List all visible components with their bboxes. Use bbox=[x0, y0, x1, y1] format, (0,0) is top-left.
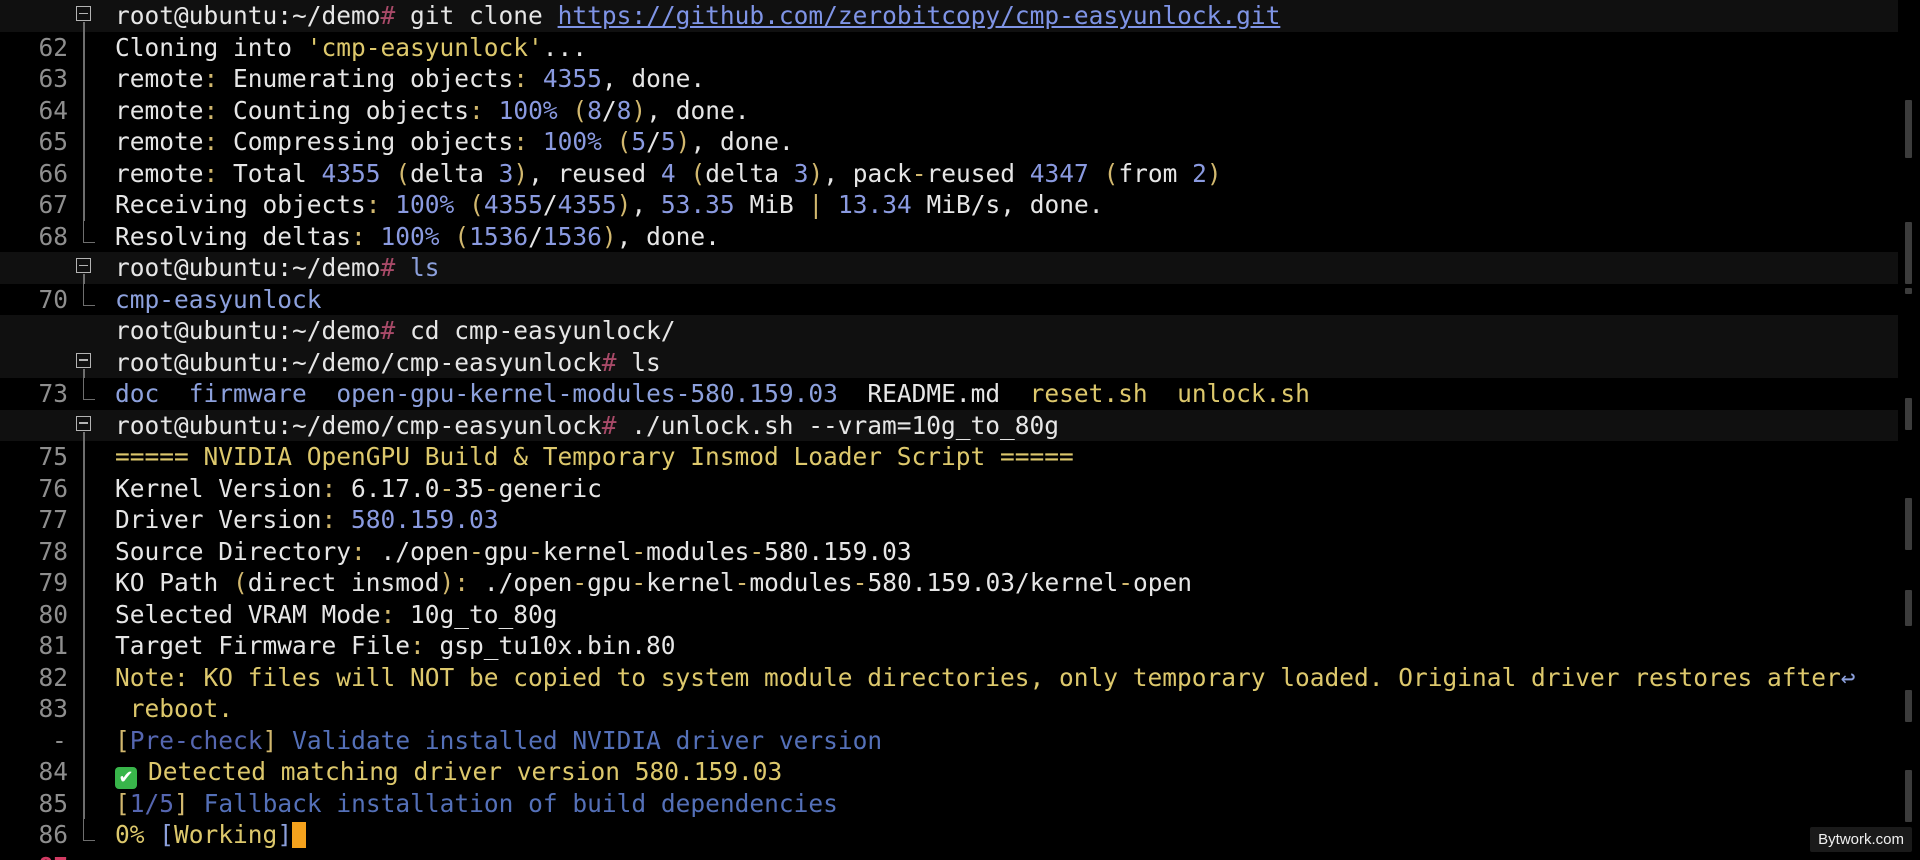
output-line: remote: Counting objects: 100% (8/8), do… bbox=[115, 95, 750, 125]
output-line: Driver Version: 580.159.03 bbox=[115, 505, 499, 534]
terminal-line: 74 doc firmware open-gpu-kernel-modules-… bbox=[0, 378, 1898, 440]
check-mark-icon: ✔ bbox=[115, 767, 137, 789]
output-line: remote: Total 4355 (delta 3), reused 4 (… bbox=[115, 158, 1222, 188]
output-line: Cloning into 'cmp-easyunlock'... bbox=[115, 32, 588, 62]
terminal-line: 81 Selected VRAM Mode: 10g_to_80g bbox=[0, 598, 1898, 660]
command-line: root@ubuntu:~/demo# ls bbox=[115, 253, 440, 282]
terminal-line: 63 Cloning into 'cmp-easyunlock'... bbox=[0, 31, 1898, 93]
terminal-line: 64 remote: Enumerating objects: 4355, do… bbox=[0, 63, 1898, 125]
scrollbar-marker bbox=[1905, 100, 1912, 158]
terminal-line: 69 Resolving deltas: 100% (1536/1536), d… bbox=[0, 220, 1898, 282]
dir-entry: open-gpu-kernel-modules-580.159.03 bbox=[336, 379, 838, 408]
fold-minus-icon[interactable] bbox=[76, 258, 91, 273]
progress-percent: 0% bbox=[115, 820, 145, 849]
success-line: ✔ Detected matching driver version 580.15… bbox=[115, 756, 782, 789]
terminal-cursor bbox=[292, 822, 307, 848]
terminal-line: 70 root@ubuntu:~/demo# ls bbox=[0, 252, 1898, 314]
scrollbar-marker bbox=[1905, 288, 1912, 294]
fold-minus-icon[interactable] bbox=[76, 415, 91, 431]
scrollbar-marker bbox=[1905, 222, 1912, 284]
fold-gutter[interactable] bbox=[74, 410, 96, 441]
note-line-continued: reboot. bbox=[115, 694, 234, 723]
terminal-line: 84 [Pre-check] Validate installed NVIDIA… bbox=[0, 724, 1898, 786]
terminal-line: 71 cmp-easyunlock bbox=[0, 283, 1898, 345]
script-banner: ===== NVIDIA OpenGPU Build & Temporary I… bbox=[115, 442, 1074, 471]
scrollbar-marker bbox=[1905, 498, 1912, 550]
ls-output: doc firmware open-gpu-kernel-modules-580… bbox=[115, 378, 1310, 410]
fold-gutter[interactable] bbox=[74, 347, 96, 378]
terminal-line: 78 Driver Version: 580.159.03 bbox=[0, 504, 1898, 566]
terminal-line: 65 remote: Counting objects: 100% (8/8),… bbox=[0, 94, 1898, 156]
terminal-line: 79 Source Directory: ./open-gpu-kernel-m… bbox=[0, 535, 1898, 597]
file-entry: README.md bbox=[867, 379, 1001, 408]
output-line: KO Path (direct insmod): ./open-gpu-kern… bbox=[115, 568, 1192, 597]
precheck-line: [Pre-check] Validate installed NVIDIA dr… bbox=[115, 725, 883, 755]
output-line: Receiving objects: 100% (4355/4355), 53.… bbox=[115, 190, 1104, 219]
output-line: Kernel Version: 6.17.0-35-generic bbox=[115, 473, 602, 503]
terminal-line: 80 KO Path (direct insmod): ./open-gpu-k… bbox=[0, 567, 1898, 629]
exec-entry: reset.sh bbox=[1029, 379, 1148, 408]
terminal-line: 75 root@ubuntu:~/demo/cmp-easyunlock# ./… bbox=[0, 409, 1898, 471]
terminal-window[interactable]: 62 root@ubuntu:~/demo# git clone https:/… bbox=[0, 0, 1898, 860]
output-line: remote: Enumerating objects: 4355, done. bbox=[115, 64, 706, 93]
terminal-line: 86 [1/5] Fallback installation of build … bbox=[0, 787, 1898, 849]
terminal-line: 85 ✔ Detected matching driver version 580… bbox=[0, 756, 1898, 818]
terminal-line: 83 Note: KO files will NOT be copied to … bbox=[0, 661, 1898, 723]
fold-gutter[interactable] bbox=[74, 252, 96, 284]
terminal-line: 67 remote: Total 4355 (delta 3), reused … bbox=[0, 157, 1898, 219]
output-line: Resolving deltas: 100% (1536/1536), done… bbox=[115, 221, 720, 251]
dir-entry: firmware bbox=[188, 379, 307, 408]
command-line: root@ubuntu:~/demo/cmp-easyunlock# ./unl… bbox=[115, 410, 1060, 440]
line-wrap-icon: ↩ bbox=[1840, 662, 1856, 692]
output-line: Target Firmware File: gsp_tu10x.bin.80 bbox=[115, 631, 676, 660]
progress-line: 0% [Working] bbox=[115, 819, 307, 851]
output-line: Selected VRAM Mode: 10g_to_80g bbox=[115, 599, 558, 629]
fold-gutter[interactable] bbox=[74, 0, 96, 32]
command-line: root@ubuntu:~/demo/cmp-easyunlock# ls bbox=[115, 347, 661, 377]
fold-minus-icon[interactable] bbox=[76, 352, 91, 368]
output-line: Source Directory: ./open-gpu-kernel-modu… bbox=[115, 536, 912, 566]
terminal-line: 62 root@ubuntu:~/demo# git clone https:/… bbox=[0, 0, 1898, 62]
scrollbar-marker bbox=[1905, 398, 1912, 430]
scrollbar-marker bbox=[1905, 590, 1912, 626]
repo-url-link[interactable]: https://github.com/zerobitcopy/cmp-easyu… bbox=[558, 1, 1281, 30]
scrollbar-marker bbox=[1905, 690, 1912, 722]
terminal-line: 73 root@ubuntu:~/demo/cmp-easyunlock# ls bbox=[0, 346, 1898, 408]
command-line: root@ubuntu:~/demo# cd cmp-easyunlock/ bbox=[115, 316, 676, 345]
dir-entry: doc bbox=[115, 379, 160, 408]
watermark-label: Bytwork.com bbox=[1810, 827, 1912, 852]
terminal-line: 76 ===== NVIDIA OpenGPU Build & Temporar… bbox=[0, 441, 1898, 503]
terminal-line: 82 Target Firmware File: gsp_tu10x.bin.8… bbox=[0, 630, 1898, 692]
terminal-line: - reboot. bbox=[0, 693, 1898, 755]
progress-status: Working bbox=[174, 820, 278, 849]
command-line: root@ubuntu:~/demo# git clone https://gi… bbox=[115, 1, 1281, 30]
terminal-line: 66 remote: Compressing objects: 100% (5/… bbox=[0, 126, 1898, 188]
exec-entry: unlock.sh bbox=[1177, 379, 1310, 408]
scrollbar-thumb[interactable] bbox=[1905, 770, 1912, 822]
line-number-current: 87 bbox=[14, 851, 68, 860]
output-line: remote: Compressing objects: 100% (5/5),… bbox=[115, 127, 794, 156]
terminal-line: 72 root@ubuntu:~/demo# cd cmp-easyunlock… bbox=[0, 315, 1898, 377]
fold-minus-icon[interactable] bbox=[76, 6, 91, 21]
note-line: Note: KO files will NOT be copied to sys… bbox=[115, 662, 1856, 692]
terminal-line: 87 0% [Working] bbox=[0, 819, 1898, 860]
output-line: cmp-easyunlock bbox=[115, 284, 322, 314]
step-line: [1/5] Fallback installation of build dep… bbox=[115, 788, 838, 818]
terminal-line: 77 Kernel Version: 6.17.0-35-generic bbox=[0, 472, 1898, 534]
terminal-line: 68 Receiving objects: 100% (4355/4355), … bbox=[0, 189, 1898, 251]
scrollbar-track[interactable] bbox=[1902, 0, 1918, 860]
